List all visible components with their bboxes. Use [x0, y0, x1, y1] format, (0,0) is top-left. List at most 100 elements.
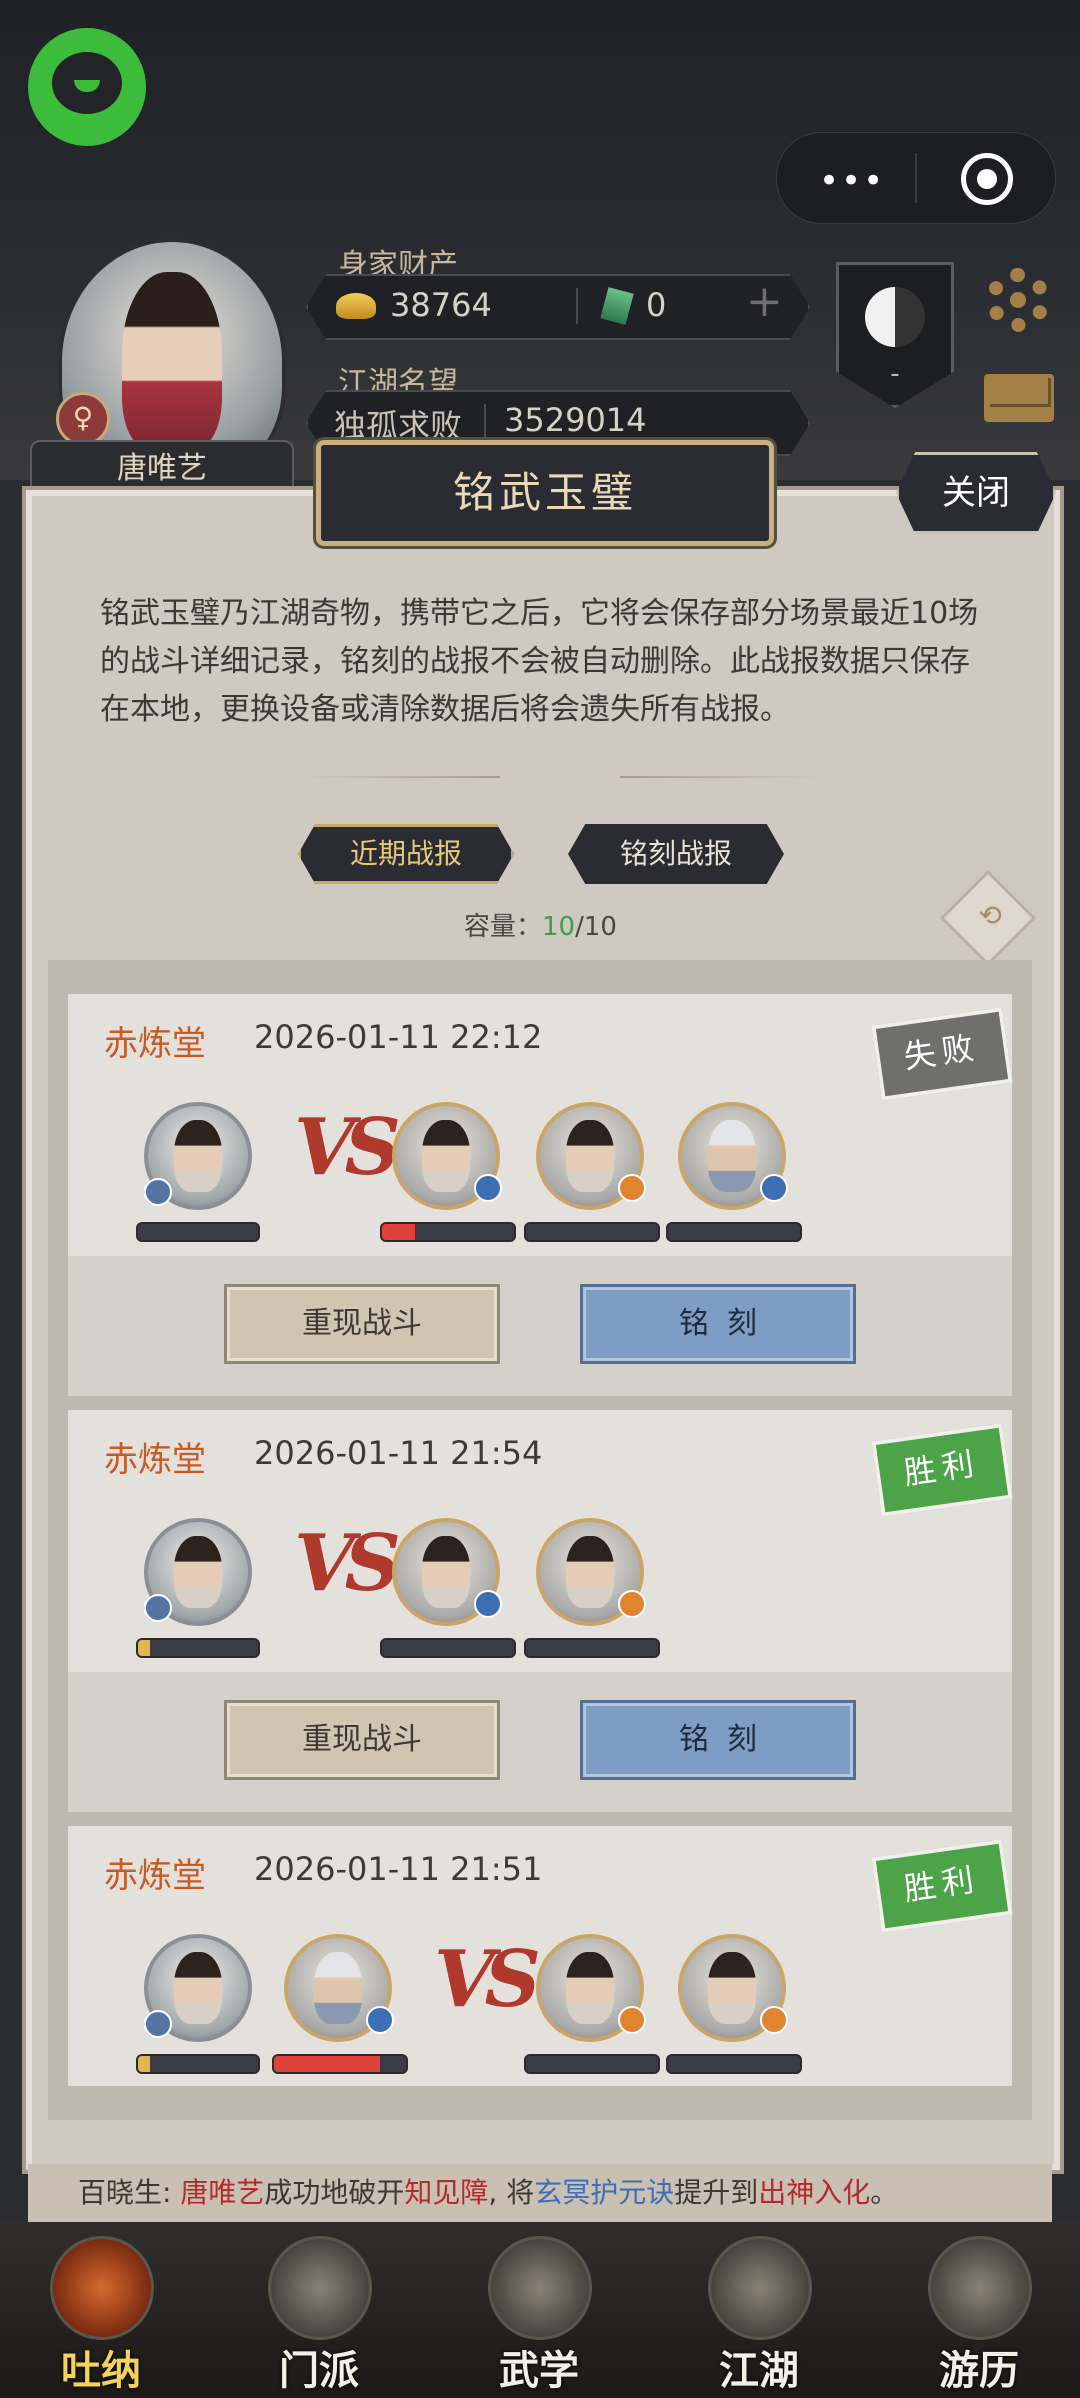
carve-button[interactable]: 铭刻	[580, 1700, 856, 1780]
portrait-figure	[174, 1536, 222, 1608]
battle-report-card: 赤炼堂 2026-01-11 22:12 失败 VS 重现战斗 铭刻	[68, 994, 1013, 1396]
refresh-icon: ⟲	[978, 898, 1002, 932]
sword-class-icon	[760, 1174, 788, 1202]
ally-hp-bar	[136, 1222, 260, 1242]
capacity-label: 容量：	[464, 912, 543, 942]
ticker-text-1: 成功地破开	[264, 2176, 405, 2209]
sword-class-icon	[474, 1174, 502, 1202]
fist-class-icon	[618, 2006, 646, 2034]
nav-label: 武学	[499, 2347, 579, 2394]
settings-gear-icon[interactable]	[986, 268, 1050, 332]
enemy-hp-bar	[380, 1638, 516, 1658]
battle-time: 2026-01-11 22:12	[254, 1018, 543, 1056]
jade-amount: 0	[646, 286, 667, 324]
ornament-divider-right	[620, 776, 820, 778]
male-symbol-icon	[144, 1178, 172, 1206]
gold-ingot-icon	[336, 293, 376, 319]
miniprogram-capsule: •••	[776, 132, 1056, 224]
versus-emblem: VS	[294, 1102, 401, 1193]
ticker-prefix: 百晓生:	[78, 2176, 181, 2209]
close-target-icon[interactable]	[961, 153, 1013, 205]
news-ticker: 百晓生: 唐唯艺成功地破开知见障, 将玄冥护元诀提升到出神入化。	[28, 2164, 1052, 2222]
dialog-description: 铭武玉璧乃江湖奇物，携带它之后，它将会保存部分场景最近10场的战斗详细记录，铭刻…	[100, 596, 979, 727]
enemy-hp-bar	[524, 1638, 660, 1658]
nav-travel[interactable]: 游历	[904, 2230, 1054, 2394]
capacity-total: /10	[575, 912, 617, 942]
portrait-figure	[314, 1952, 362, 2024]
ticker-text-2: , 将	[488, 2176, 535, 2209]
capsule-divider	[915, 153, 917, 203]
nav-jianghu[interactable]: 江湖	[684, 2230, 834, 2394]
battle-location: 赤炼堂	[104, 1440, 206, 1480]
add-currency-button[interactable]: +	[746, 276, 783, 327]
tab-carved-reports[interactable]: 铭刻战报	[568, 824, 784, 884]
fist-class-icon	[618, 1174, 646, 1202]
ticker-text-3: 提升到	[674, 2176, 759, 2209]
portrait-figure	[422, 1536, 470, 1608]
sword-class-icon	[474, 1590, 502, 1618]
sword-class-icon	[366, 2006, 394, 2034]
close-button[interactable]: 关闭	[896, 452, 1056, 534]
capacity-used: 10	[542, 912, 576, 942]
male-symbol-icon	[144, 1594, 172, 1622]
ticker-level: 出神入化	[758, 2176, 871, 2209]
hp-fill	[138, 2056, 150, 2072]
portrait-figure	[566, 1952, 614, 2024]
versus-emblem: VS	[294, 1518, 401, 1609]
dialog-title: 铭武玉璧	[452, 468, 637, 517]
horse-icon	[928, 2236, 1032, 2340]
chat-bubble-icon[interactable]	[28, 28, 146, 146]
ally-hp-bar	[136, 2054, 260, 2074]
mail-icon[interactable]	[984, 374, 1054, 422]
meditation-icon	[50, 2236, 154, 2340]
nav-martial-arts[interactable]: 武学	[464, 2230, 614, 2394]
ornament-divider-left	[300, 776, 500, 778]
ally-hp-bar	[136, 1638, 260, 1658]
battle-location: 赤炼堂	[104, 1856, 206, 1896]
battle-time: 2026-01-11 21:51	[254, 1850, 543, 1888]
hp-fill	[382, 1224, 415, 1240]
hat-icon	[708, 2236, 812, 2340]
male-symbol-icon	[144, 2010, 172, 2038]
nav-label: 吐纳	[61, 2347, 141, 2394]
versus-emblem: VS	[434, 1934, 541, 2025]
fist-class-icon	[760, 2006, 788, 2034]
ticker-player-name: 唐唯艺	[180, 2176, 265, 2209]
reputation-value: 3529014	[504, 401, 647, 439]
capacity-indicator: 容量：10/10	[464, 906, 617, 943]
dialog-title-plate: 铭武玉璧	[316, 440, 774, 546]
nav-breathing[interactable]: 吐纳	[26, 2230, 176, 2394]
ally-hp-bar	[272, 2054, 408, 2074]
replay-battle-button[interactable]: 重现战斗	[224, 1700, 500, 1780]
enemy-hp-bar	[666, 1222, 802, 1242]
wealth-divider	[576, 288, 578, 324]
tab-recent-reports[interactable]: 近期战报	[298, 824, 514, 884]
enemy-hp-bar	[524, 2054, 660, 2074]
nav-label: 游历	[939, 2347, 1019, 2394]
gold-amount: 38764	[390, 286, 492, 324]
carve-button[interactable]: 铭刻	[580, 1284, 856, 1364]
more-icon[interactable]: •••	[819, 161, 885, 201]
replay-battle-button[interactable]: 重现战斗	[224, 1284, 500, 1364]
battle-location: 赤炼堂	[104, 1024, 206, 1064]
nav-sect[interactable]: 门派	[244, 2230, 394, 2394]
battle-report-card: 赤炼堂 2026-01-11 21:51 胜利 VS	[68, 1826, 1013, 2086]
yin-yang-icon	[865, 287, 925, 347]
card-action-area	[68, 1672, 1012, 1812]
battle-time: 2026-01-11 21:54	[254, 1434, 543, 1472]
female-gender-icon: ♀	[56, 392, 110, 446]
portrait-figure	[708, 1120, 756, 1192]
ticker-suffix: 。	[870, 2176, 899, 2209]
avatar-figure	[122, 272, 222, 452]
fist-class-icon	[618, 1590, 646, 1618]
portrait-figure	[566, 1120, 614, 1192]
reputation-divider	[484, 404, 486, 440]
result-stamp-lose: 失败	[871, 1007, 1013, 1101]
enemy-hp-bar	[524, 1222, 660, 1242]
wealth-bar	[306, 274, 810, 340]
enemy-hp-bar	[380, 1222, 516, 1242]
portrait-figure	[422, 1120, 470, 1192]
hp-fill	[274, 2056, 380, 2072]
result-stamp-win: 胜利	[871, 1423, 1013, 1517]
nav-label: 门派	[279, 2347, 359, 2394]
